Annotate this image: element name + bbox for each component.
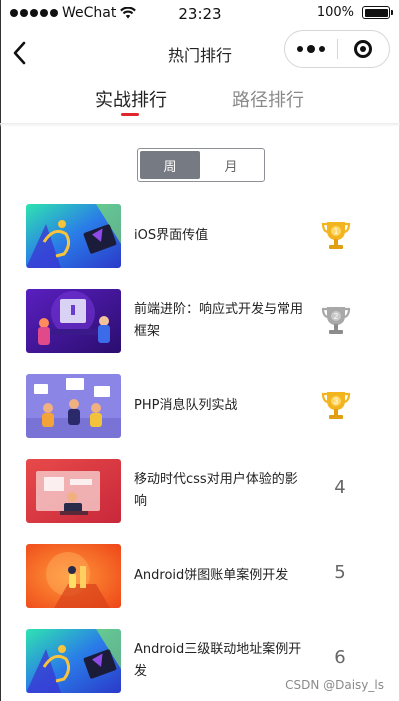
course-thumbnail: [26, 544, 121, 608]
svg-text:3: 3: [334, 397, 339, 406]
course-title: iOS界面传值: [134, 228, 209, 243]
course-title: 移动时代css对用户体验的影响: [134, 472, 298, 509]
svg-text:1: 1: [334, 227, 339, 236]
course-item[interactable]: iOS界面传值 1: [0, 204, 400, 268]
rank-number: 5: [334, 562, 346, 583]
bronze-trophy-icon: 3: [321, 392, 351, 419]
more-button[interactable]: [285, 31, 337, 67]
course-title: Android三级联动地址案例开发: [134, 642, 302, 679]
battery-icon: [362, 6, 393, 19]
course-title: Android饼图账单案例开发: [134, 568, 289, 583]
tab-path-ranking[interactable]: 路径排行: [232, 86, 304, 112]
course-item[interactable]: 前端进阶：响应式开发与常用框架 2: [0, 289, 400, 353]
tab-practice-ranking[interactable]: 实战排行: [95, 86, 167, 112]
course-thumbnail: [26, 629, 121, 693]
course-title: PHP消息队列实战: [134, 398, 238, 413]
period-toggle: 周 月: [137, 148, 265, 182]
svg-text:2: 2: [334, 312, 339, 321]
course-thumbnail: [26, 289, 121, 353]
target-close-icon: [354, 40, 373, 58]
course-title: 前端进阶：响应式开发与常用框架: [134, 302, 304, 339]
course-item[interactable]: Android饼图账单案例开发 5: [0, 544, 400, 608]
mini-program-capsule: [284, 30, 390, 68]
silver-trophy-icon: 2: [321, 307, 351, 334]
rank-number: 6: [334, 647, 346, 668]
ranking-tabs: 实战排行 路径排行: [0, 86, 400, 122]
period-month-option[interactable]: 月: [200, 151, 262, 179]
more-dots-icon: [296, 46, 303, 52]
period-week-option[interactable]: 周: [140, 151, 200, 179]
tabs-divider: [0, 123, 400, 127]
course-item[interactable]: 移动时代css对用户体验的影响 4: [0, 459, 400, 523]
status-right: 100%: [316, 5, 393, 20]
rank-number: 4: [334, 477, 346, 498]
course-thumbnail: [26, 204, 121, 268]
course-item[interactable]: PHP消息队列实战 3: [0, 374, 400, 438]
battery-percent: 100%: [316, 5, 354, 20]
close-button[interactable]: [337, 31, 389, 67]
course-thumbnail: [26, 374, 121, 438]
status-bar: WeChat 23:23 100%: [0, 0, 400, 28]
nav-bar: 热门排行: [0, 28, 400, 78]
gold-trophy-icon: 1: [321, 222, 351, 249]
active-tab-indicator: [121, 113, 139, 116]
watermark: CSDN @Daisy_ls: [285, 678, 384, 692]
course-thumbnail: [26, 459, 121, 523]
